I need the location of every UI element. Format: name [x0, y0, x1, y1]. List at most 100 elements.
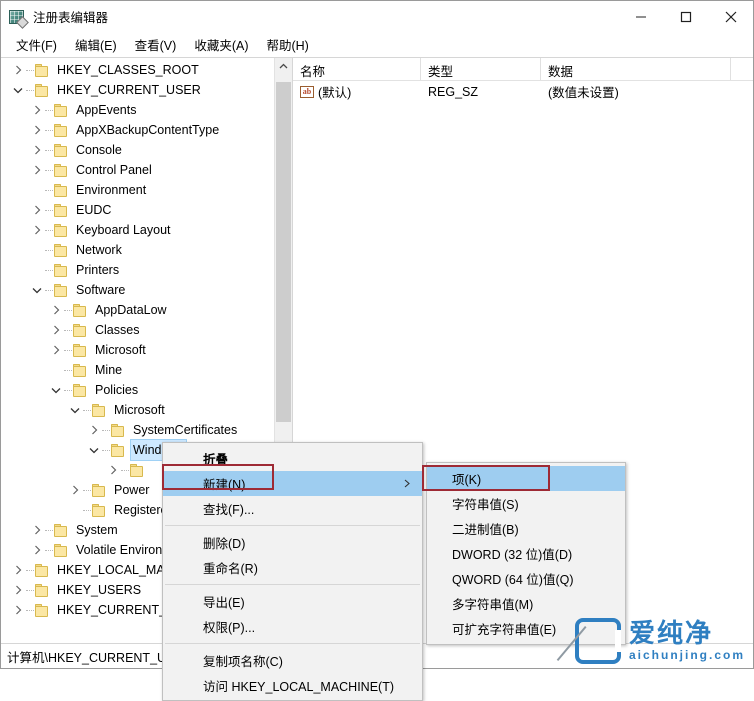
submenu-dword-value[interactable]: DWORD (32 位)值(D)	[427, 541, 625, 566]
tree-item[interactable]: EUDC	[1, 200, 275, 220]
folder-icon	[54, 103, 69, 117]
folder-icon	[54, 163, 69, 177]
menu-edit[interactable]: 编辑(E)	[66, 33, 126, 57]
tree-item-label: Printers	[76, 263, 120, 277]
minimize-button[interactable]	[618, 1, 663, 32]
menu-item-label: 访问 HKEY_LOCAL_MACHINE(T)	[203, 680, 395, 694]
menu-file[interactable]: 文件(F)	[7, 33, 66, 57]
menu-favorites[interactable]: 收藏夹(A)	[185, 33, 257, 57]
tree-item-label: SystemCertificates	[133, 423, 238, 437]
folder-icon	[54, 143, 69, 157]
chevron-right-icon[interactable]	[10, 600, 26, 620]
chevron-down-icon[interactable]	[29, 280, 45, 300]
watermark-logo-icon	[574, 618, 621, 664]
ctx-copy-key-name[interactable]: 复制项名称(C)	[163, 648, 422, 673]
submenu-multi-string-value[interactable]: 多字符串值(M)	[427, 591, 625, 616]
tree-item[interactable]: Policies	[1, 380, 275, 400]
tree-item[interactable]: Console	[1, 140, 275, 160]
value-row[interactable]: ab (默认) REG_SZ (数值未设置)	[293, 81, 753, 102]
tree-item[interactable]: Network	[1, 240, 275, 260]
menu-help[interactable]: 帮助(H)	[257, 33, 317, 57]
tree-item[interactable]: SystemCertificates	[1, 420, 275, 440]
chevron-right-icon[interactable]	[48, 320, 64, 340]
tree-item[interactable]: Classes	[1, 320, 275, 340]
tree-connector	[26, 580, 35, 600]
chevron-right-icon[interactable]	[29, 100, 45, 120]
chevron-down-icon[interactable]	[67, 400, 83, 420]
chevron-right-icon[interactable]	[67, 480, 83, 500]
ctx-goto-hklm[interactable]: 访问 HKEY_LOCAL_MACHINE(T)	[163, 673, 422, 698]
values-column-header[interactable]: 名称	[293, 58, 421, 80]
submenu-qword-value[interactable]: QWORD (64 位)值(Q)	[427, 566, 625, 591]
submenu-item-label: 项(K)	[452, 473, 482, 487]
submenu-item-label: 二进制值(B)	[452, 523, 519, 537]
tree-connector	[64, 320, 73, 340]
tree-item[interactable]: HKEY_CLASSES_ROOT	[1, 60, 275, 80]
values-column-header[interactable]: 数据	[541, 58, 731, 80]
tree-item-label: Mine	[95, 363, 123, 377]
tree-connector	[64, 340, 73, 360]
tree-connector	[45, 280, 54, 300]
close-button[interactable]	[708, 1, 753, 32]
chevron-right-icon[interactable]	[10, 580, 26, 600]
ctx-export[interactable]: 导出(E)	[163, 589, 422, 614]
folder-icon	[35, 83, 50, 97]
tree-connector	[64, 300, 73, 320]
chevron-right-icon[interactable]	[105, 460, 121, 480]
chevron-right-icon[interactable]	[29, 220, 45, 240]
tree-item[interactable]: Keyboard Layout	[1, 220, 275, 240]
ctx-permissions[interactable]: 权限(P)...	[163, 614, 422, 639]
menu-view[interactable]: 查看(V)	[126, 33, 186, 57]
submenu-key[interactable]: 项(K)	[427, 466, 625, 491]
submenu-string-value[interactable]: 字符串值(S)	[427, 491, 625, 516]
menu-item-label: 新建(N)	[203, 478, 246, 492]
tree-item-label: Environment	[76, 183, 147, 197]
tree-connector	[102, 440, 111, 460]
folder-icon	[35, 63, 50, 77]
chevron-down-icon[interactable]	[10, 80, 26, 100]
chevron-right-icon[interactable]	[10, 560, 26, 580]
chevron-right-icon[interactable]	[29, 200, 45, 220]
scroll-up-arrow[interactable]	[275, 58, 292, 75]
tree-item[interactable]: Microsoft	[1, 400, 275, 420]
chevron-right-icon[interactable]	[29, 120, 45, 140]
tree-item[interactable]: Microsoft	[1, 340, 275, 360]
scrollbar-thumb[interactable]	[276, 82, 291, 422]
chevron-right-icon[interactable]	[29, 520, 45, 540]
tree-item[interactable]: AppEvents	[1, 100, 275, 120]
folder-icon	[92, 503, 107, 517]
tree-item[interactable]: Environment	[1, 180, 275, 200]
chevron-right-icon[interactable]	[29, 140, 45, 160]
chevron-down-icon[interactable]	[86, 440, 102, 460]
chevron-right-icon[interactable]	[86, 420, 102, 440]
chevron-right-icon[interactable]	[48, 300, 64, 320]
tree-item[interactable]: Software	[1, 280, 275, 300]
tree-item[interactable]: Mine	[1, 360, 275, 380]
menu-separator	[165, 643, 420, 644]
submenu-binary-value[interactable]: 二进制值(B)	[427, 516, 625, 541]
ctx-rename[interactable]: 重命名(R)	[163, 555, 422, 580]
values-column-header[interactable]: 类型	[421, 58, 541, 80]
tree-item[interactable]: HKEY_CURRENT_USER	[1, 80, 275, 100]
maximize-button[interactable]	[663, 1, 708, 32]
tree-connector	[121, 460, 130, 480]
chevron-right-icon[interactable]	[10, 60, 26, 80]
chevron-right-icon[interactable]	[48, 340, 64, 360]
tree-connector	[26, 560, 35, 580]
ctx-new[interactable]: 新建(N)	[163, 471, 422, 496]
ctx-find[interactable]: 查找(F)...	[163, 496, 422, 521]
tree-item[interactable]: Control Panel	[1, 160, 275, 180]
chevron-down-icon[interactable]	[48, 380, 64, 400]
tree-item[interactable]: AppDataLow	[1, 300, 275, 320]
title-bar: 注册表编辑器	[1, 1, 753, 33]
tree-item-label: Microsoft	[95, 343, 146, 357]
ctx-collapse[interactable]: 折叠	[163, 446, 422, 471]
ctx-delete[interactable]: 删除(D)	[163, 530, 422, 555]
tree-item[interactable]: AppXBackupContentType	[1, 120, 275, 140]
tree-item[interactable]: Printers	[1, 260, 275, 280]
menu-item-label: 复制项名称(C)	[203, 655, 283, 669]
folder-icon	[54, 123, 69, 137]
chevron-right-icon[interactable]	[29, 160, 45, 180]
chevron-right-icon[interactable]	[29, 540, 45, 560]
folder-icon	[54, 183, 69, 197]
